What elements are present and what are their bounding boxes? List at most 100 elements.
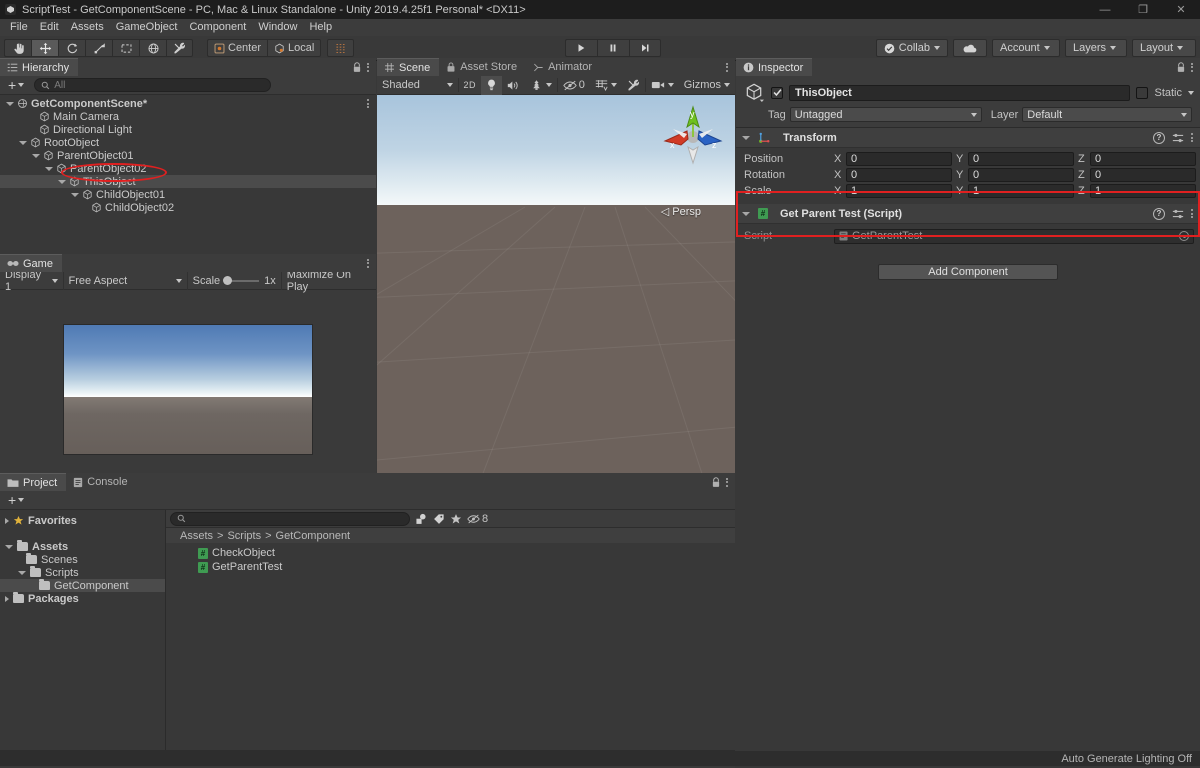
preset-icon[interactable] bbox=[1172, 132, 1184, 144]
filter-type-icon[interactable] bbox=[415, 513, 428, 525]
rotate-tool-icon[interactable] bbox=[58, 39, 85, 57]
collapse-triangle-icon[interactable] bbox=[742, 212, 750, 216]
tab-project[interactable]: Project bbox=[0, 473, 66, 491]
asset-item-checkobject[interactable]: #CheckObject bbox=[166, 546, 735, 560]
scene-hidden-objects[interactable]: 0 bbox=[558, 76, 590, 95]
project-folder-getcomponent[interactable]: GetComponent bbox=[0, 579, 165, 592]
pause-button[interactable] bbox=[597, 39, 629, 57]
expand-triangle-icon[interactable] bbox=[45, 167, 53, 171]
menu-file[interactable]: File bbox=[4, 19, 34, 36]
hand-tool-icon[interactable] bbox=[4, 39, 31, 57]
layers-button[interactable]: Layers bbox=[1065, 39, 1127, 57]
collapse-triangle-icon[interactable] bbox=[742, 136, 750, 140]
game-view[interactable] bbox=[0, 290, 376, 489]
transform-component-header[interactable]: Transform ? bbox=[736, 128, 1200, 148]
project-search-input[interactable] bbox=[170, 512, 410, 526]
menu-gameobject[interactable]: GameObject bbox=[110, 19, 184, 36]
scene-fx-dropdown[interactable] bbox=[525, 76, 557, 95]
help-icon[interactable]: ? bbox=[1153, 132, 1165, 144]
pivot-mode-button[interactable]: Center bbox=[207, 39, 267, 57]
scene-lighting-toggle[interactable] bbox=[481, 76, 502, 95]
expand-triangle-icon[interactable] bbox=[18, 571, 26, 575]
transform-position-z-input[interactable]: 0 bbox=[1090, 152, 1196, 166]
expand-triangle-icon[interactable] bbox=[5, 596, 9, 602]
tab-animator[interactable]: Animator bbox=[526, 58, 601, 76]
transform-rotation-z-input[interactable]: 0 bbox=[1090, 168, 1196, 182]
play-button[interactable] bbox=[565, 39, 597, 57]
transform-position-x-input[interactable]: 0 bbox=[846, 152, 952, 166]
hierarchy-item-parentobject02[interactable]: ParentObject02 bbox=[0, 162, 376, 175]
hierarchy-search-input[interactable]: All bbox=[34, 78, 271, 92]
menu-window[interactable]: Window bbox=[252, 19, 303, 36]
scene-component-tools[interactable] bbox=[622, 76, 645, 95]
expand-triangle-icon[interactable] bbox=[32, 154, 40, 158]
scene-menu-icon[interactable] bbox=[726, 62, 729, 73]
hierarchy-item-parentobject01[interactable]: ParentObject01 bbox=[0, 149, 376, 162]
step-button[interactable] bbox=[629, 39, 661, 57]
breadcrumb-item-scripts[interactable]: Scripts bbox=[227, 530, 261, 542]
breadcrumb-item-assets[interactable]: Assets bbox=[180, 530, 213, 542]
move-tool-icon[interactable] bbox=[31, 39, 58, 57]
script-object-field[interactable]: GetParentTest bbox=[834, 229, 1194, 244]
breadcrumb-item-getcomponent[interactable]: GetComponent bbox=[276, 530, 351, 542]
transform-scale-y-input[interactable]: 1 bbox=[968, 184, 1074, 198]
tab-console[interactable]: Console bbox=[66, 473, 136, 491]
scene-perspective-label[interactable]: ◁ Persp bbox=[661, 205, 701, 218]
game-menu-icon[interactable] bbox=[367, 258, 370, 269]
transform-menu-icon[interactable] bbox=[1191, 132, 1194, 143]
collab-button[interactable]: Collab bbox=[876, 39, 948, 57]
scene-draw-mode-dropdown[interactable]: Shaded bbox=[377, 76, 458, 95]
rect-tool-icon[interactable] bbox=[112, 39, 139, 57]
hierarchy-item-directional-light[interactable]: Directional Light bbox=[0, 123, 376, 136]
maximize-button[interactable]: ❐ bbox=[1124, 0, 1162, 19]
lock-icon[interactable] bbox=[352, 62, 362, 73]
hierarchy-item-main-camera[interactable]: Main Camera bbox=[0, 110, 376, 123]
tab-game[interactable]: Game bbox=[0, 254, 62, 272]
layer-dropdown[interactable]: Default bbox=[1022, 107, 1192, 122]
chevron-down-icon[interactable] bbox=[1188, 91, 1194, 95]
tag-dropdown[interactable]: Untagged bbox=[790, 107, 982, 122]
scene-view-viewport[interactable]: x z y ◁ Persp bbox=[377, 95, 735, 489]
script-component-header[interactable]: # Get Parent Test (Script) ? bbox=[736, 204, 1200, 224]
maximize-on-play-toggle[interactable]: Maximize On Play bbox=[282, 272, 376, 290]
hierarchy-item-childobject01[interactable]: ChildObject01 bbox=[0, 188, 376, 201]
scale-track[interactable] bbox=[225, 280, 259, 282]
favorite-star-icon[interactable] bbox=[450, 513, 462, 525]
tab-hierarchy[interactable]: Hierarchy bbox=[0, 58, 78, 76]
transform-scale-z-input[interactable]: 1 bbox=[1090, 184, 1196, 198]
create-asset-button[interactable]: + bbox=[4, 492, 28, 508]
project-folder-scripts[interactable]: Scripts bbox=[0, 566, 165, 579]
lock-icon[interactable] bbox=[711, 477, 721, 488]
scale-knob[interactable] bbox=[223, 276, 232, 285]
scale-tool-icon[interactable] bbox=[85, 39, 112, 57]
minimize-button[interactable]: — bbox=[1086, 0, 1124, 19]
scene-audio-toggle[interactable] bbox=[502, 76, 525, 95]
hierarchy-item-getcomponentscene-[interactable]: GetComponentScene* bbox=[0, 97, 376, 110]
transform-tool-icon[interactable] bbox=[139, 39, 166, 57]
project-folder-packages[interactable]: Packages bbox=[0, 592, 165, 605]
hierarchy-item-rootobject[interactable]: RootObject bbox=[0, 136, 376, 149]
transform-rotation-x-input[interactable]: 0 bbox=[846, 168, 952, 182]
script-menu-icon[interactable] bbox=[1191, 208, 1194, 219]
project-folder-scenes[interactable]: Scenes bbox=[0, 553, 165, 566]
game-display-dropdown[interactable]: Display 1 bbox=[0, 272, 64, 290]
tab-asset-store[interactable]: Asset Store bbox=[439, 58, 526, 76]
account-button[interactable]: Account bbox=[992, 39, 1060, 57]
hierarchy-menu-icon[interactable] bbox=[367, 62, 370, 73]
lock-icon[interactable] bbox=[1176, 62, 1186, 73]
cloud-button[interactable] bbox=[953, 39, 987, 57]
add-component-button[interactable]: Add Component bbox=[878, 264, 1058, 280]
gameobject-name-input[interactable]: ThisObject bbox=[789, 85, 1130, 101]
expand-triangle-icon[interactable] bbox=[5, 545, 13, 549]
transform-scale-x-input[interactable]: 1 bbox=[846, 184, 952, 198]
scene-orientation-gizmo[interactable]: x z y bbox=[657, 101, 729, 173]
expand-triangle-icon[interactable] bbox=[5, 518, 9, 524]
object-picker-icon[interactable] bbox=[1179, 231, 1189, 241]
transform-position-y-input[interactable]: 0 bbox=[968, 152, 1074, 166]
custom-tool-icon[interactable] bbox=[166, 39, 193, 57]
filter-label-icon[interactable] bbox=[433, 513, 445, 525]
asset-item-getparenttest[interactable]: #GetParentTest bbox=[166, 560, 735, 574]
menu-edit[interactable]: Edit bbox=[34, 19, 65, 36]
game-aspect-dropdown[interactable]: Free Aspect bbox=[64, 272, 188, 290]
transform-rotation-y-input[interactable]: 0 bbox=[968, 168, 1074, 182]
